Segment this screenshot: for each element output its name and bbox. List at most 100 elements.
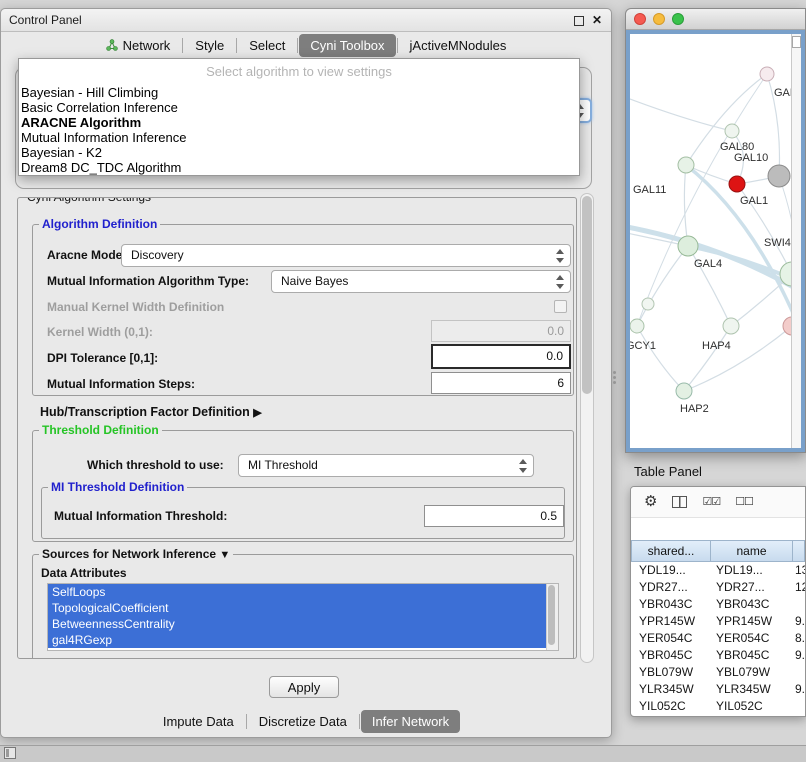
network-node[interactable] xyxy=(723,318,739,334)
table-row[interactable]: YIL052CYIL052C xyxy=(631,698,805,715)
network-node[interactable] xyxy=(630,319,644,333)
table-cell xyxy=(793,698,805,715)
dock-panel-icon[interactable] xyxy=(4,747,16,759)
aracne-mode-combobox[interactable]: Discovery xyxy=(121,244,571,267)
group-title: Algorithm Definition xyxy=(39,217,160,231)
dpi-tolerance-label: DPI Tolerance [0,1]: xyxy=(47,350,158,366)
sources-title: Sources for Network Inference xyxy=(42,547,216,561)
column-header-name[interactable]: name xyxy=(711,540,793,562)
data-attributes-listbox[interactable]: SelfLoopsTopologicalCoefficientBetweenne… xyxy=(47,583,559,651)
tab-jactivemnodules[interactable]: jActiveMNodules xyxy=(399,34,518,57)
network-node[interactable] xyxy=(729,176,745,192)
columns-icon[interactable] xyxy=(672,496,687,508)
dpi-tolerance-field[interactable]: 0.0 xyxy=(431,344,571,369)
table-row[interactable]: YBL079WYBL079W xyxy=(631,664,805,681)
network-window-titlebar xyxy=(626,9,805,30)
algorithm-option[interactable]: Bayesian - K2 xyxy=(19,145,579,160)
which-threshold-label: Which threshold to use: xyxy=(87,457,224,473)
table-row[interactable]: YDL19...YDL19...13 xyxy=(631,562,805,579)
group-title: Cyni Algorithm Settings xyxy=(24,197,154,204)
network-node[interactable] xyxy=(725,124,739,138)
algorithm-option[interactable]: Bayesian - Hill Climbing xyxy=(19,85,579,100)
column-header-partial[interactable] xyxy=(793,540,805,562)
table-row[interactable]: YLR345WYLR345W9. xyxy=(631,681,805,698)
bottom-tab-impute-data[interactable]: Impute Data xyxy=(152,710,245,733)
network-edge[interactable] xyxy=(684,165,688,246)
table-cell: YER054C xyxy=(711,630,793,647)
table-cell: 13 xyxy=(793,562,805,579)
network-node-label: HAP2 xyxy=(680,403,709,415)
table-row[interactable]: YBR043CYBR043C xyxy=(631,596,805,613)
network-node[interactable] xyxy=(768,165,790,187)
network-node[interactable] xyxy=(642,298,654,310)
table-row[interactable]: YBR045CYBR045C9. xyxy=(631,647,805,664)
float-window-icon[interactable] xyxy=(574,16,584,26)
network-node-label: GAL11 xyxy=(633,184,666,196)
network-node-label: SWI4 xyxy=(764,237,791,249)
zoom-traffic-light[interactable] xyxy=(672,13,684,25)
network-edge[interactable] xyxy=(684,326,791,391)
scrollbar-corner-widget[interactable] xyxy=(792,36,801,48)
table-cell: YER054C xyxy=(631,630,711,647)
close-icon[interactable]: ✕ xyxy=(592,12,602,28)
mi-threshold-label: Mutual Information Threshold: xyxy=(54,508,227,524)
attributes-scrollbar[interactable] xyxy=(546,584,558,650)
attribute-item[interactable]: gal4RGexp xyxy=(48,632,547,648)
network-canvas[interactable]: GAL7GAL80GAL10GAL11GAL1SWI4GAL4GCY1HAP4H… xyxy=(630,34,791,448)
bottom-tab-infer-network[interactable]: Infer Network xyxy=(361,710,460,733)
gear-icon[interactable]: ⚙ xyxy=(644,494,657,510)
which-threshold-combobox[interactable]: MI Threshold xyxy=(238,454,534,477)
attribute-item[interactable]: BetweennessCentrality xyxy=(48,616,547,632)
tab-separator xyxy=(246,714,247,729)
mi-steps-label: Mutual Information Steps: xyxy=(47,376,195,392)
table-cell: YDR27... xyxy=(711,579,793,596)
minimize-traffic-light[interactable] xyxy=(653,13,665,25)
algorithm-dropdown-list: Bayesian - Hill ClimbingBasic Correlatio… xyxy=(19,85,579,175)
panel-divider-handle[interactable] xyxy=(613,371,617,385)
table-cell: YBL079W xyxy=(631,664,711,681)
network-edge[interactable] xyxy=(637,326,684,391)
settings-scrollbar-thumb[interactable] xyxy=(582,196,592,394)
network-node[interactable] xyxy=(760,67,774,81)
tab-select[interactable]: Select xyxy=(238,34,296,57)
mi-threshold-field[interactable]: 0.5 xyxy=(424,505,564,527)
attribute-item[interactable]: TopologicalCoefficient xyxy=(48,600,547,616)
network-vertical-scrollbar[interactable] xyxy=(791,34,801,448)
algorithm-option[interactable]: Mutual Information Inference xyxy=(19,130,579,145)
table-row[interactable]: YPR145WYPR145W9. xyxy=(631,613,805,630)
tab-cyni-toolbox[interactable]: Cyni Toolbox xyxy=(299,34,395,57)
network-node[interactable] xyxy=(678,236,698,256)
aracne-mode-label: Aracne Mode: xyxy=(47,247,126,263)
network-view-window: GAL7GAL80GAL10GAL11GAL1SWI4GAL4GCY1HAP4H… xyxy=(625,8,806,453)
table-cell: 9. xyxy=(793,647,805,664)
mi-steps-field[interactable]: 6 xyxy=(431,372,571,394)
algorithm-dropdown-popup: Select algorithm to view settings Bayesi… xyxy=(18,58,580,176)
hub-section-toggle[interactable]: Hub/Transcription Factor Definition ▶ xyxy=(40,404,262,421)
algorithm-option[interactable]: Basic Correlation Inference xyxy=(19,100,579,115)
combo-value: Naive Bayes xyxy=(281,271,348,292)
table-row[interactable]: YER054CYER054C8. xyxy=(631,630,805,647)
tab-label: Network xyxy=(123,38,171,53)
group-title: Threshold Definition xyxy=(39,423,162,437)
network-node[interactable] xyxy=(676,383,692,399)
algorithm-option[interactable]: ARACNE Algorithm xyxy=(19,115,579,130)
network-edge[interactable] xyxy=(637,246,688,326)
algorithm-option[interactable]: Dream8 DC_TDC Algorithm xyxy=(19,160,579,175)
apply-button[interactable]: Apply xyxy=(269,676,339,698)
deselect-all-checkboxes-icon[interactable]: ☐☐ xyxy=(735,496,753,508)
tab-label: jActiveMNodules xyxy=(410,38,507,53)
column-header-shared-name[interactable]: shared... xyxy=(631,540,711,562)
attribute-item[interactable]: SelfLoops xyxy=(48,584,547,600)
tab-style[interactable]: Style xyxy=(184,34,235,57)
network-edge[interactable] xyxy=(630,96,732,131)
settings-scrollbar[interactable] xyxy=(580,193,594,663)
attributes-scrollbar-thumb[interactable] xyxy=(548,585,555,645)
table-row[interactable]: YDR27...YDR27...12 xyxy=(631,579,805,596)
bottom-tab-discretize-data[interactable]: Discretize Data xyxy=(248,710,358,733)
sources-toggle[interactable]: Sources for Network Inference ▼ xyxy=(39,547,233,561)
mi-algorithm-type-combobox[interactable]: Naive Bayes xyxy=(271,270,571,293)
network-node[interactable] xyxy=(678,157,694,173)
close-traffic-light[interactable] xyxy=(634,13,646,25)
tab-network[interactable]: Network xyxy=(95,34,182,57)
select-all-checkboxes-icon[interactable]: ☑☑ xyxy=(702,496,720,508)
